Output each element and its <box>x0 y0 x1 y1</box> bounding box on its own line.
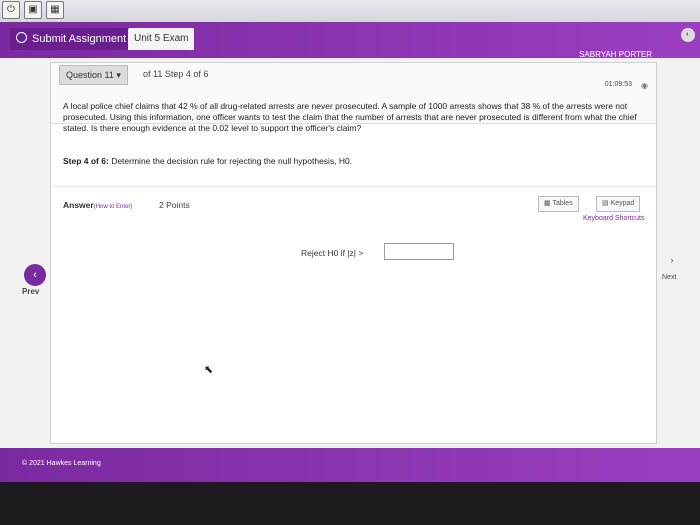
reject-rule-label: Reject H0 if |z| > <box>301 248 364 258</box>
points-value: 2 Points <box>159 200 190 210</box>
answer-label: Answer(How to Enter) <box>63 200 132 210</box>
step-label: Step 4 of 6: <box>63 156 109 166</box>
keypad-label: Keypad <box>610 200 635 207</box>
submit-assignment-button[interactable]: Submit Assignment <box>10 28 133 50</box>
chevron-down-icon: ▾ <box>116 70 121 80</box>
answer-input[interactable] <box>384 243 454 260</box>
keypad-button[interactable]: ▤ Keypad <box>596 196 641 212</box>
window-icon[interactable]: ▣ <box>24 1 42 19</box>
tab-exam[interactable]: Unit 5 Exam <box>128 28 195 50</box>
browser-viewport: Submit Assignment Unit 5 Exam ◐ SABRYAH … <box>0 22 700 482</box>
prev-label[interactable]: Prev <box>22 287 39 296</box>
tables-button[interactable]: ▦ Tables <box>538 196 579 212</box>
mouse-cursor-icon: ⬉ <box>204 364 214 376</box>
copyright-text: © 2021 Hawkes Learning <box>22 460 101 467</box>
power-icon[interactable]: ⏻ <box>2 1 20 19</box>
how-to-enter-link[interactable]: (How to Enter) <box>94 204 133 210</box>
question-progress: of 11 Step 4 of 6 <box>143 69 209 79</box>
timer: 01:09:53 <box>604 81 632 88</box>
prev-button[interactable]: ‹ <box>24 264 46 286</box>
table-icon: ▦ <box>544 200 551 207</box>
next-button[interactable]: › <box>664 250 680 270</box>
grid-icon[interactable]: ▦ <box>46 1 64 19</box>
answer-title: Answer <box>63 200 94 210</box>
user-name[interactable]: SABRYAH PORTER <box>579 50 652 59</box>
step-text: Determine the decision rule for rejectin… <box>111 156 353 166</box>
os-toolbar: ⏻ ▣ ▦ <box>0 0 700 22</box>
chevron-right-icon: › <box>670 255 674 265</box>
question-panel: Question 11 ▾ of 11 Step 4 of 6 01:09:53… <box>50 62 657 444</box>
submit-label: Submit Assignment <box>32 33 127 45</box>
chevron-left-icon: ‹ <box>33 269 37 281</box>
question-text: A local police chief claims that 42 % of… <box>63 101 637 133</box>
question-selector-label: Question 11 <box>66 70 114 80</box>
menu-icon[interactable]: ◐ <box>681 28 695 42</box>
eye-icon[interactable]: ◉ <box>641 81 648 90</box>
step-instruction: Step 4 of 6: Determine the decision rule… <box>63 156 352 166</box>
tables-label: Tables <box>552 200 573 207</box>
keyboard-shortcuts-link[interactable]: Keyboard Shortcuts <box>583 215 644 222</box>
question-selector[interactable]: Question 11 ▾ <box>59 65 128 85</box>
footer: © 2021 Hawkes Learning <box>0 448 700 482</box>
submit-icon <box>16 32 27 43</box>
divider <box>51 186 656 187</box>
keypad-icon: ▤ <box>602 200 609 207</box>
next-label[interactable]: Next <box>662 274 676 281</box>
